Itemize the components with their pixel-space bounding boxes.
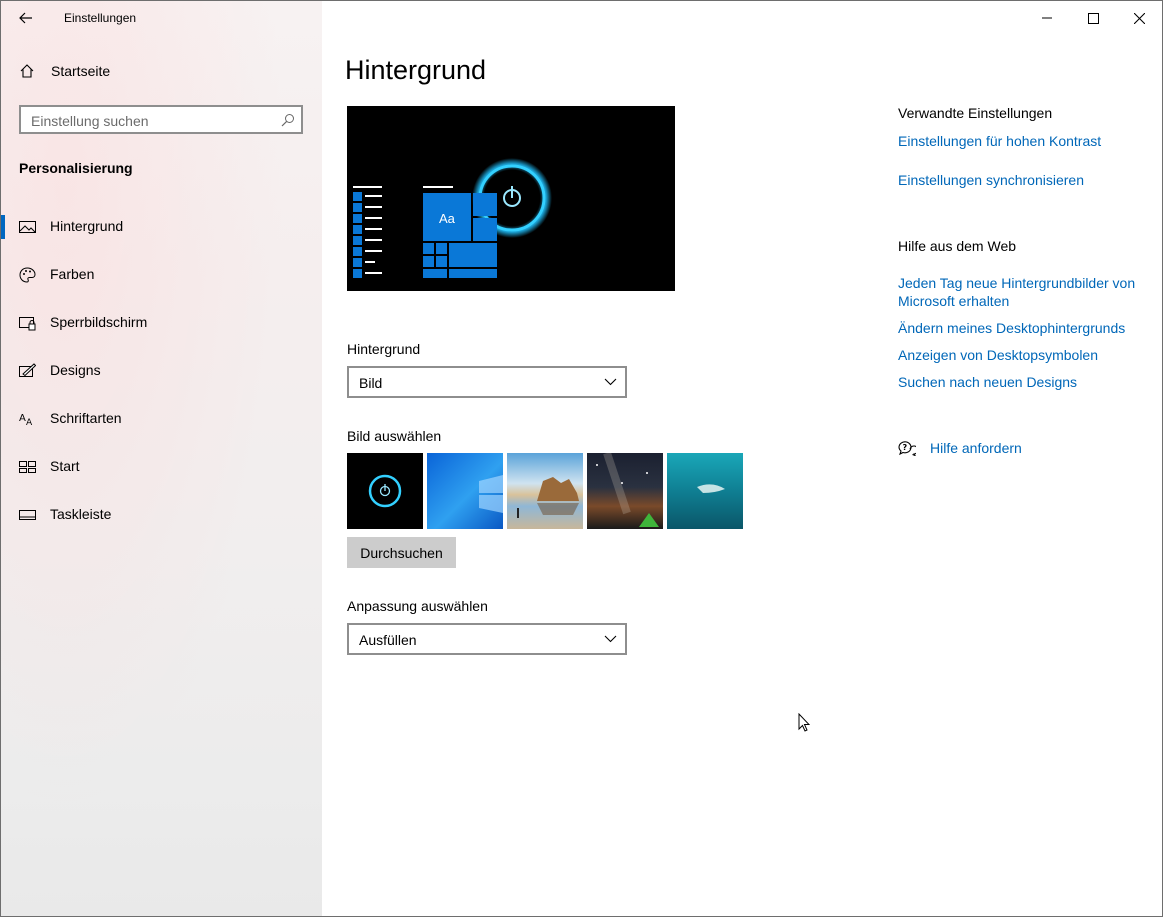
minimize-button[interactable] <box>1024 1 1070 35</box>
nav-home-label: Startseite <box>51 63 111 79</box>
sidebar-item-label: Schriftarten <box>50 410 122 426</box>
preview-tile-text: Aa <box>439 211 455 226</box>
app-title: Einstellungen <box>64 11 137 25</box>
get-help-link[interactable]: ? Hilfe anfordern <box>898 440 1022 456</box>
sidebar-item-label: Designs <box>50 362 101 378</box>
sidebar-item-start[interactable]: Start <box>1 447 322 487</box>
settings-window: Einstellungen Startseite Einstellung suc… <box>0 0 1163 917</box>
underwater-swimmer-image <box>697 484 725 493</box>
maximize-icon <box>1087 12 1099 24</box>
picture-icon <box>19 221 36 233</box>
minimize-icon <box>1042 17 1052 19</box>
search-icon <box>281 114 294 127</box>
palette-icon <box>19 267 36 283</box>
search-placeholder: Einstellung suchen <box>31 113 149 129</box>
fit-label: Anpassung auswählen <box>347 598 488 614</box>
sidebar-item-label: Taskleiste <box>50 506 112 522</box>
link-high-contrast[interactable]: Einstellungen für hohen Kontrast <box>898 132 1148 150</box>
page-title: Hintergrund <box>345 55 487 85</box>
night-sky-tent-image <box>596 453 659 527</box>
sidebar-item-farben[interactable]: Farben <box>1 255 322 295</box>
themes-icon <box>19 363 36 377</box>
sidebar-item-hintergrund[interactable]: Hintergrund <box>1 207 322 247</box>
link-sync-settings[interactable]: Einstellungen synchronisieren <box>898 171 1148 189</box>
search-input[interactable]: Einstellung suchen <box>19 105 303 134</box>
back-button[interactable] <box>11 5 41 31</box>
picture-thumb-3[interactable] <box>507 453 583 529</box>
desktop-preview: Aa <box>347 106 675 291</box>
svg-text:?: ? <box>903 443 908 452</box>
back-arrow-icon <box>19 12 32 24</box>
lock-screen-icon <box>19 317 36 331</box>
mouse-cursor-icon <box>798 713 810 732</box>
browse-button[interactable]: Durchsuchen <box>347 537 456 568</box>
sidebar-item-sperrbildschirm[interactable]: Sperrbildschirm <box>1 303 322 343</box>
power-glow-image <box>368 474 402 508</box>
close-icon <box>1133 12 1145 24</box>
get-help-label: Hilfe anfordern <box>930 440 1022 456</box>
sidebar-item-label: Sperrbildschirm <box>50 314 148 330</box>
windows-logo-image <box>479 475 503 513</box>
beach-rocks-image <box>517 477 579 518</box>
link-daily-backgrounds[interactable]: Jeden Tag neue Hintergrundbilder von Mic… <box>898 274 1148 310</box>
picture-thumb-1[interactable] <box>347 453 423 529</box>
related-settings-heading: Verwandte Einstellungen <box>898 105 1053 121</box>
close-button[interactable] <box>1116 1 1162 35</box>
fonts-icon: AA <box>19 413 33 427</box>
sidebar-item-designs[interactable]: Designs <box>1 351 322 391</box>
sidebar-item-taskleiste[interactable]: Taskleiste <box>1 495 322 535</box>
nav-home[interactable]: Startseite <box>19 63 110 79</box>
picture-thumb-2[interactable] <box>427 453 503 529</box>
svg-text:A: A <box>26 418 33 427</box>
link-show-desktop-icons[interactable]: Anzeigen von Desktopsymbolen <box>898 346 1148 364</box>
link-change-desktop-background[interactable]: Ändern meines Desktophintergrunds <box>898 319 1148 337</box>
background-dropdown[interactable]: Bild <box>347 366 627 398</box>
chevron-down-icon <box>604 635 617 643</box>
sidebar-item-schriftarten[interactable]: AA Schriftarten <box>1 399 322 439</box>
sidebar-item-label: Start <box>50 458 80 474</box>
sidebar-item-label: Hintergrund <box>50 218 124 234</box>
web-help-heading: Hilfe aus dem Web <box>898 238 1017 254</box>
home-icon <box>20 64 34 78</box>
sidebar-item-label: Farben <box>50 266 95 282</box>
fit-dropdown[interactable]: Ausfüllen <box>347 623 627 655</box>
choose-picture-label: Bild auswählen <box>347 428 442 444</box>
start-icon <box>19 461 36 473</box>
help-chat-icon: ? <box>898 441 916 456</box>
taskbar-icon <box>19 510 36 520</box>
title-bar: Einstellungen <box>1 1 1162 35</box>
maximize-button[interactable] <box>1070 1 1116 35</box>
picture-thumb-4[interactable] <box>587 453 663 529</box>
link-find-designs[interactable]: Suchen nach neuen Designs <box>898 373 1148 391</box>
section-title: Personalisierung <box>19 160 133 176</box>
background-label: Hintergrund <box>347 341 421 357</box>
chevron-down-icon <box>604 378 617 386</box>
background-dropdown-value: Bild <box>359 375 383 391</box>
svg-text:A: A <box>19 413 26 424</box>
fit-dropdown-value: Ausfüllen <box>359 632 417 648</box>
picture-thumb-5[interactable] <box>667 453 743 529</box>
preview-graphic <box>353 158 552 278</box>
